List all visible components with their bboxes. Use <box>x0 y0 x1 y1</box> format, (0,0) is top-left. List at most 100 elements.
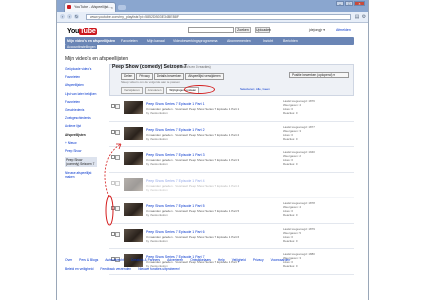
edit-details-button[interactable]: Details bewerken <box>153 73 185 80</box>
back-arrow-icon[interactable]: ‹ <box>60 14 65 19</box>
nav-insight[interactable]: Inzicht <box>263 39 273 43</box>
browser-tab[interactable]: YouTube - Afspeellijst... × <box>64 2 116 12</box>
footer-link[interactable]: Ontwikkelaars <box>190 258 211 262</box>
video-title[interactable]: Peep Show Series 7 Episode 1 Part 5 <box>146 204 205 208</box>
footer-link[interactable]: Veiligheid <box>232 258 246 262</box>
video-row[interactable]: Peep Show Series 7 Episode 1 Part 53 maa… <box>109 198 354 224</box>
video-row[interactable]: Peep Show Series 7 Episode 1 Part 33 maa… <box>109 147 354 173</box>
video-stats: Laatst toegevoegd: 1940 Weergaven: 2 Lik… <box>283 150 315 166</box>
video-thumbnail[interactable] <box>124 203 143 216</box>
share-button[interactable]: Delen <box>121 73 136 80</box>
address-bar[interactable]: www.youtube.com/my_playlists?pi=5852DB03… <box>86 14 351 20</box>
remove-button[interactable]: Verwijderen <box>121 87 143 94</box>
footer-link[interactable]: Over <box>65 258 72 262</box>
video-thumbnail[interactable] <box>124 228 143 242</box>
footer-link[interactable]: Privacy <box>253 258 264 262</box>
sidebar-item-watch-later[interactable]: Lijst van later bekijken <box>65 92 97 96</box>
footer-row-1: Over Pers & Blogs Auteursrecht Creators & P… <box>65 257 354 262</box>
nav-account-settings[interactable]: Accountinstellingen <box>65 45 98 49</box>
youtube-favicon-icon <box>67 5 71 9</box>
sidebar-item-selected-playlist[interactable]: Peep Show (comedy) Seizoen 7 <box>65 157 97 168</box>
footer-link[interactable]: Beleid en veiligheid <box>65 267 93 271</box>
footer-link[interactable]: Creators & Partners <box>131 258 160 262</box>
sidebar-item-active-list[interactable]: Actieve lijst <box>65 124 97 128</box>
video-row[interactable]: Peep Show Series 7 Episode 1 Part 63 maa… <box>109 224 354 249</box>
sidebar-item-favorites-2[interactable]: Favorieten <box>65 100 97 104</box>
youtube-logo[interactable]: YouTube <box>67 28 97 35</box>
close-window-button[interactable]: × <box>354 1 365 6</box>
footer-link[interactable]: Auteursrecht <box>105 258 124 262</box>
search-input[interactable] <box>188 27 234 33</box>
playlist-title: Peep Show (comedy) Seizoen 7 <box>112 64 187 70</box>
search-button[interactable]: Zoeken <box>235 27 251 33</box>
drag-handle-icon[interactable] <box>115 206 120 211</box>
video-uploader[interactable]: by theskunkdom <box>146 239 168 243</box>
sidebar-item-playlists[interactable]: Afspeellijsten <box>65 83 97 87</box>
video-uploader[interactable]: by theskunkdom <box>146 188 168 192</box>
video-uploader[interactable]: by theskunkdom <box>146 162 168 166</box>
footer-link[interactable]: Feedback verzenden <box>100 267 131 271</box>
sidebar-item-new[interactable]: + Nieuw <box>65 141 97 145</box>
nav-my-channel[interactable]: Mijn kanaal <box>147 39 165 43</box>
video-thumbnail[interactable] <box>124 177 143 191</box>
sort-select[interactable]: Positie bewerken (oplopend) ▾ <box>289 72 349 78</box>
sidebar-item-history[interactable]: Geschiedenis <box>65 108 97 112</box>
new-tab-button[interactable] <box>118 5 126 10</box>
video-row[interactable]: Peep Show Series 7 Episode 1 Part 23 maa… <box>109 122 354 147</box>
sidebar-new-playlist[interactable]: Nieuwe afspeellijst maken <box>65 171 95 179</box>
drag-handle-icon[interactable] <box>115 129 120 135</box>
nav-favorites[interactable]: Favorieten <box>121 39 138 43</box>
reload-icon[interactable]: ↻ <box>74 14 79 19</box>
upload-button[interactable]: Uploaden <box>255 27 271 33</box>
page-menu-icon[interactable]: ▤ <box>354 14 360 20</box>
nav-my-videos[interactable]: Mijn video's en afspeellijsten <box>67 39 115 43</box>
browser-toolbar: ‹ › ↻ www.youtube.com/my_playlists?pi=58… <box>57 12 368 23</box>
nav-video-editor[interactable]: Videobewerkingsprogramma <box>173 39 218 43</box>
video-title[interactable]: Peep Show Series 7 Episode 1 Part 6 <box>146 230 205 234</box>
wrench-icon[interactable]: ⚙ <box>361 14 367 20</box>
video-thumbnail[interactable] <box>124 126 143 140</box>
video-title[interactable]: Peep Show Series 7 Episode 1 Part 3 <box>146 153 205 157</box>
page-title: Mijn video's en afspeellijsten <box>65 56 129 62</box>
footer-link[interactable]: Voorwaarden <box>271 258 290 262</box>
minimize-button[interactable]: – <box>336 1 344 6</box>
video-thumbnail[interactable] <box>124 152 143 165</box>
username-menu[interactable]: jdejongjr ▾ <box>309 28 325 32</box>
playlist-stats: (7 video's en 0 reacties) <box>177 65 211 69</box>
delete-playlist-button[interactable]: Afspeellijst verwijderen <box>185 73 224 80</box>
privacy-button[interactable]: Privacy <box>136 73 153 80</box>
video-title[interactable]: Peep Show Series 7 Episode 1 Part 4 <box>146 179 205 183</box>
sidebar-item-favorites[interactable]: Favorieten <box>65 75 97 79</box>
drag-handle-icon[interactable] <box>115 104 120 109</box>
reorder-hint: Sleep video's om de volgorde aan te pass… <box>121 80 180 84</box>
drag-arrow-icon <box>104 143 122 198</box>
video-stats: Laatst toegevoegd: 1879 Weergaven: 5 Lik… <box>283 226 315 243</box>
select-links[interactable]: Selecteren: Alle, Geen <box>240 87 270 91</box>
footer-row-2: Beleid en veiligheid Feedback verzenden Ni… <box>65 266 354 271</box>
footer: Over Pers & Blogs Auteursrecht Creators & P… <box>65 257 354 271</box>
forward-arrow-icon[interactable]: › <box>67 14 72 19</box>
browser-window: YouTube - Afspeellijst... × – □ × ‹ › ↻ … <box>56 0 369 300</box>
tab-close-icon[interactable]: × <box>111 5 113 10</box>
maximize-button[interactable]: □ <box>345 1 353 6</box>
drag-handle-icon[interactable] <box>115 231 120 237</box>
video-row[interactable]: Peep Show Series 7 Episode 1 Part 43 maa… <box>109 173 354 198</box>
nav-messages[interactable]: Berichten <box>283 39 298 43</box>
footer-link[interactable]: Pers & Blogs <box>79 258 98 262</box>
video-row[interactable]: Peep Show Series 7 Episode 1 Part 13 maa… <box>109 96 354 122</box>
video-thumbnail[interactable] <box>124 101 143 114</box>
footer-link[interactable]: Nieuwe functies uitproberen! <box>138 267 180 271</box>
sidebar-item-search-history[interactable]: Zoekgeschiedenis <box>65 116 97 120</box>
nav-subscriptions[interactable]: Abonnementen <box>227 39 251 43</box>
video-title[interactable]: Peep Show Series 7 Episode 1 Part 1 <box>146 102 205 106</box>
cancel-button[interactable]: Annuleren <box>144 87 165 94</box>
sidebar-item-uploads[interactable]: Geüploade video's <box>65 67 97 71</box>
footer-link[interactable]: Adverteren <box>167 258 183 262</box>
signout-link[interactable]: Afmelden <box>336 28 351 32</box>
video-uploader[interactable]: by theskunkdom <box>146 111 168 115</box>
video-title[interactable]: Peep Show Series 7 Episode 1 Part 2 <box>146 128 205 132</box>
footer-link[interactable]: Help <box>218 258 225 262</box>
video-uploader[interactable]: by theskunkdom <box>146 213 168 217</box>
sidebar-item-peepshow[interactable]: Peep Show <box>65 149 97 153</box>
video-uploader[interactable]: by theskunkdom <box>146 137 168 141</box>
